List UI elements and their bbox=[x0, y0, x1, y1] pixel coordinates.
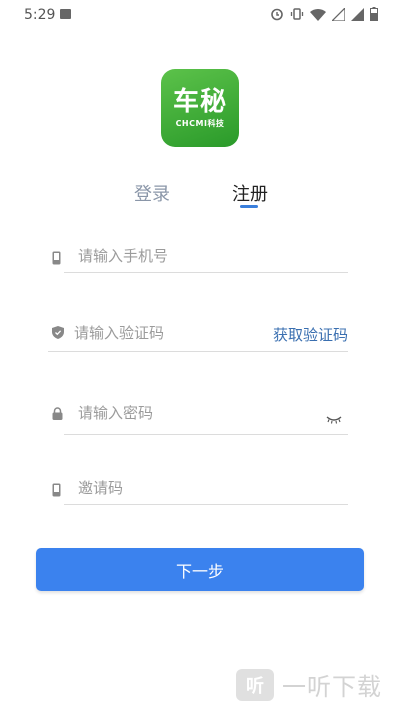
logo-sub-text: CHCMI科技 bbox=[175, 118, 225, 128]
signal-icon bbox=[332, 7, 345, 21]
watermark-badge: 听 bbox=[236, 668, 274, 701]
logo-main-text: 车秘 bbox=[172, 86, 227, 117]
vibrate-icon bbox=[290, 8, 304, 20]
verification-code-input[interactable] bbox=[74, 324, 264, 342]
get-code-button[interactable]: 获取验证码 bbox=[273, 324, 348, 345]
battery-icon bbox=[370, 7, 378, 21]
phone-icon bbox=[52, 483, 61, 497]
next-button[interactable]: 下一步 bbox=[36, 548, 364, 591]
status-time: 5:29 bbox=[24, 7, 56, 23]
app-logo: 车秘 CHCMI科技 bbox=[161, 69, 239, 147]
tab-login[interactable]: 登录 bbox=[134, 180, 170, 206]
verification-code-field: 获取验证码 bbox=[48, 322, 348, 352]
password-field bbox=[52, 402, 348, 435]
status-bar: 5:29 bbox=[0, 0, 400, 32]
phone-input[interactable] bbox=[78, 247, 268, 265]
tab-active-indicator bbox=[240, 205, 258, 208]
watermark: 听 一听下载 bbox=[236, 667, 382, 702]
watermark-text: 一听下载 bbox=[282, 673, 382, 701]
password-input[interactable] bbox=[78, 404, 268, 422]
image-notification-icon bbox=[60, 9, 71, 19]
status-icons bbox=[270, 7, 378, 21]
eye-closed-icon[interactable] bbox=[326, 416, 342, 424]
invite-code-field bbox=[52, 479, 348, 505]
lock-icon bbox=[52, 407, 63, 420]
invite-code-input[interactable] bbox=[78, 479, 268, 497]
shield-icon bbox=[52, 326, 64, 339]
tab-register[interactable]: 注册 bbox=[232, 180, 268, 206]
wifi-icon bbox=[310, 8, 326, 21]
phone-field bbox=[52, 247, 348, 273]
alarm-icon bbox=[271, 8, 283, 21]
phone-icon bbox=[52, 251, 61, 265]
signal-icon-2 bbox=[351, 7, 364, 21]
